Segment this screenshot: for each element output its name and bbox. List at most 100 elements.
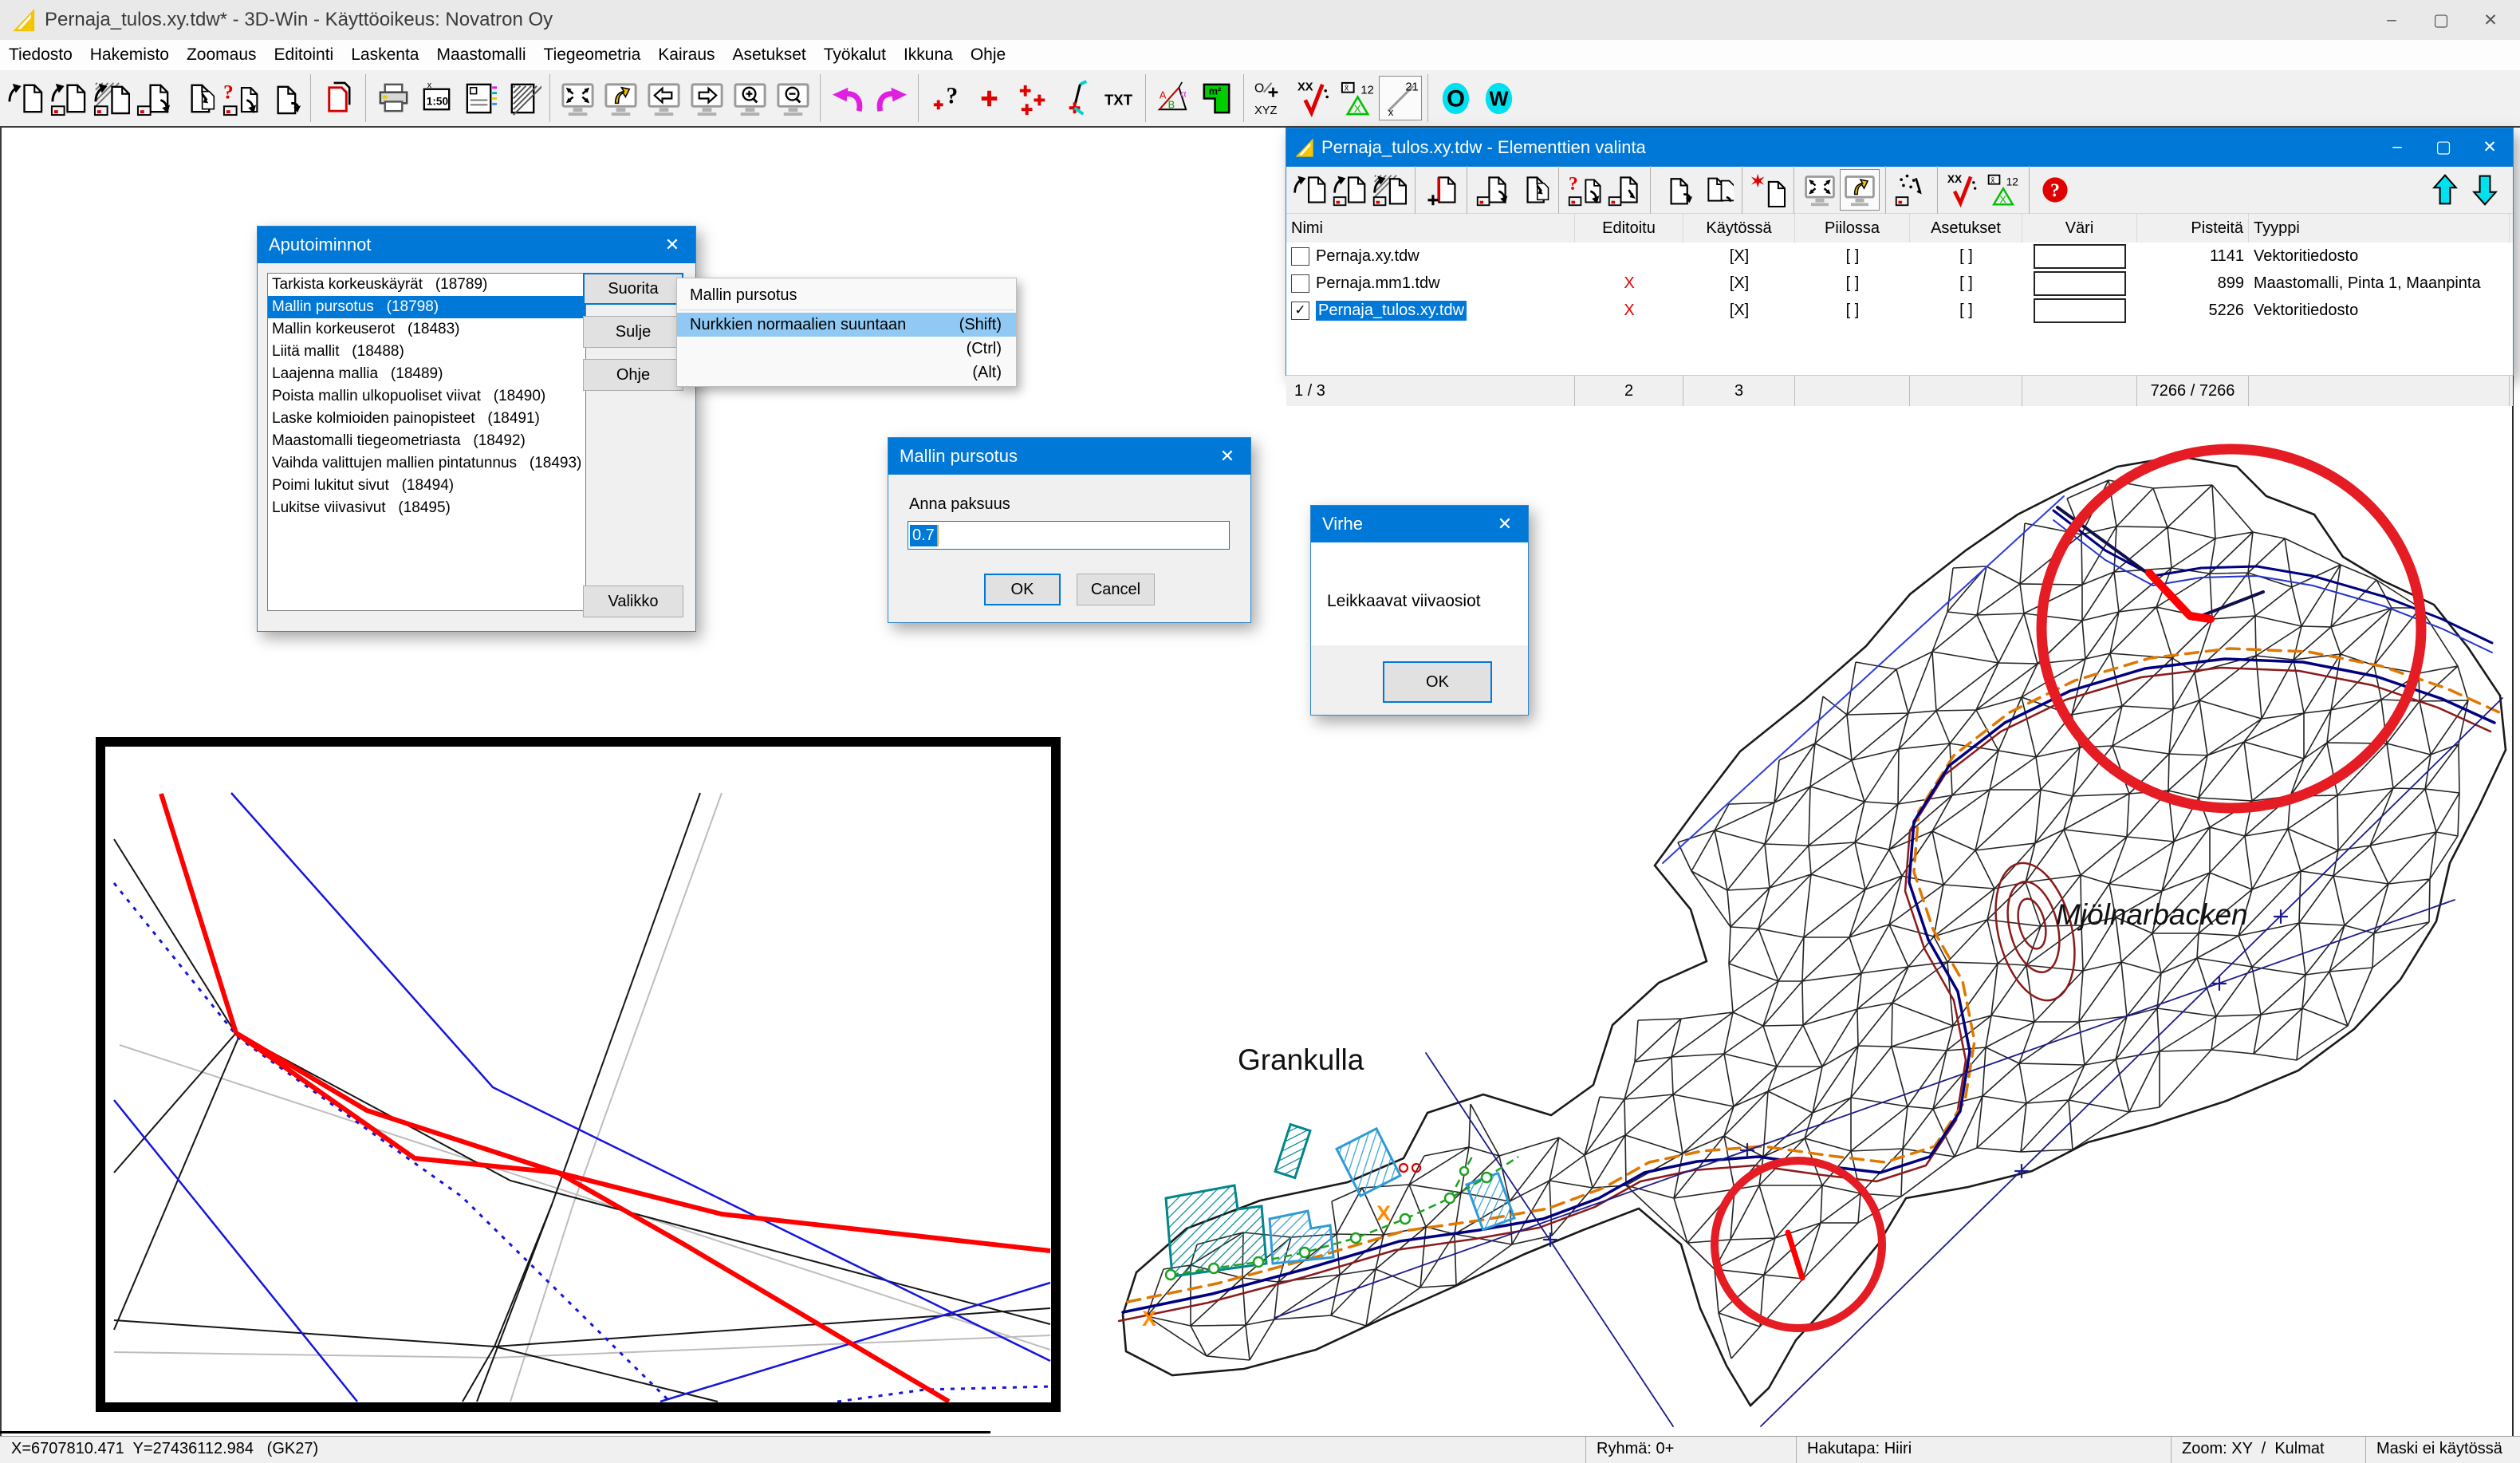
close-icon[interactable]: ✕ [649, 227, 695, 263]
color-box[interactable] [2034, 244, 2126, 269]
menu-item-zoomaus[interactable]: Zoomaus [178, 40, 266, 70]
column-header-käytössä[interactable]: Käytössä [1683, 214, 1795, 243]
close-icon[interactable]: ✕ [1204, 438, 1250, 475]
pages-icon[interactable] [317, 76, 360, 120]
context-menu-header[interactable]: Mallin pursotus [677, 283, 1016, 307]
thickness-input[interactable]: 0.7 [908, 521, 1230, 550]
minimize-button[interactable]: – [2367, 0, 2416, 40]
open-file-settings-icon[interactable] [46, 76, 89, 120]
scale-1-50-icon[interactable]: x1:50 [415, 76, 458, 120]
column-header-nimi[interactable]: Nimi [1286, 214, 1575, 243]
color-cell[interactable] [2022, 270, 2137, 297]
column-header-asetukset[interactable]: Asetukset [1910, 214, 2022, 243]
triangle-count-icon[interactable]: x̄12X [1336, 76, 1379, 120]
open-file-icon[interactable] [1290, 169, 1329, 211]
text-icon[interactable]: TXT [1097, 76, 1140, 120]
save-file-icon[interactable] [132, 76, 175, 120]
save-query-icon[interactable]: ? [1565, 169, 1605, 211]
save-as-icon[interactable] [1513, 169, 1553, 211]
table-row[interactable]: Pernaja.mm1.tdwX[X][ ][ ]899Maastomalli,… [1286, 270, 2513, 297]
pan-view-icon[interactable] [1840, 169, 1880, 211]
function-list-item[interactable]: Tarkista korkeuskäyrät (18789) [268, 274, 585, 296]
menu-item-maastomalli[interactable]: Maastomalli [427, 40, 534, 70]
page-layout-icon[interactable] [458, 76, 501, 120]
triangle-count-icon[interactable]: x̄12X [1983, 169, 2023, 211]
export-file-icon[interactable] [1656, 169, 1696, 211]
menu-item-asetukset[interactable]: Asetukset [724, 40, 815, 70]
pan-view-icon[interactable] [599, 76, 642, 120]
export-file-icon[interactable] [262, 76, 305, 120]
context-menu-item[interactable]: (Alt) [677, 361, 1016, 384]
sulje-button[interactable]: Sulje [583, 316, 683, 348]
color-box[interactable] [2034, 271, 2126, 296]
check-points-icon[interactable]: XX [1293, 76, 1336, 120]
xyz-icon[interactable]: OXYZ [1250, 76, 1293, 120]
save-settings-icon[interactable] [1605, 169, 1644, 211]
function-list-item[interactable]: Mallin korkeuserot (18483) [268, 318, 585, 341]
up-arrow-icon[interactable] [2425, 169, 2465, 211]
help-icon[interactable]: ? [2035, 169, 2075, 211]
fit-view-icon[interactable] [1800, 169, 1840, 211]
function-list-item[interactable]: Laske kolmioiden painopisteet (18491) [268, 408, 585, 430]
scatter-points-icon[interactable] [1892, 169, 1931, 211]
function-list-item[interactable]: Laajenna mallia (18489) [268, 363, 585, 385]
color-cell[interactable] [2022, 243, 2137, 270]
row-checkbox[interactable]: ✓ [1291, 302, 1309, 320]
color-box[interactable] [2034, 298, 2126, 323]
previous-view-icon[interactable] [642, 76, 685, 120]
context-menu-item[interactable]: Nurkkien normaalien suuntaan(Shift) [677, 313, 1016, 337]
column-header-tyyppi[interactable]: Tyyppi [2249, 214, 2510, 243]
column-header-editoitu[interactable]: Editoitu [1575, 214, 1683, 243]
table-row[interactable]: ✓Pernaja_tulos.xy.tdwX[X][ ][ ]5226Vekto… [1286, 297, 2513, 324]
novatron-o-icon[interactable]: O [1434, 76, 1477, 120]
column-header-väri[interactable]: Väri [2022, 214, 2137, 243]
fit-view-icon[interactable] [556, 76, 599, 120]
hatch-page-icon[interactable] [501, 76, 544, 120]
ok-button[interactable]: OK [984, 574, 1061, 605]
zoom-in-icon[interactable] [728, 76, 771, 120]
slope-icon[interactable]: x21 [1379, 76, 1422, 120]
save-file-icon[interactable] [1473, 169, 1513, 211]
elements-close-button[interactable]: ✕ [2467, 128, 2513, 166]
context-menu-item[interactable]: (Ctrl) [677, 337, 1016, 361]
close-button[interactable]: ✕ [2466, 0, 2515, 40]
suorita-button[interactable]: Suorita [583, 273, 683, 305]
open-directory-icon[interactable] [89, 76, 132, 120]
menu-item-työkalut[interactable]: Työkalut [815, 40, 895, 70]
add-point-icon[interactable] [967, 76, 1010, 120]
function-list-item[interactable]: Vaihda valittujen mallien pintatunnus (1… [268, 452, 585, 475]
menu-item-tiegeometria[interactable]: Tiegeometria [535, 40, 650, 70]
column-header-pisteitä[interactable]: Pisteitä [2137, 214, 2249, 243]
function-list-item[interactable]: Poimi lukitut sivut (18494) [268, 475, 585, 497]
open-file-icon[interactable] [3, 76, 46, 120]
menu-item-ikkuna[interactable]: Ikkuna [895, 40, 962, 70]
menu-item-kairaus[interactable]: Kairaus [649, 40, 723, 70]
menu-item-laskenta[interactable]: Laskenta [342, 40, 427, 70]
next-view-icon[interactable] [685, 76, 728, 120]
menu-item-hakemisto[interactable]: Hakemisto [81, 40, 178, 70]
function-list-item[interactable]: Maastomalli tiegeometriasta (18492) [268, 430, 585, 452]
function-listbox[interactable]: Tarkista korkeuskäyrät (18789)Mallin pur… [267, 273, 586, 611]
function-list-item[interactable]: Poista mallin ulkopuoliset viivat (18490… [268, 385, 585, 408]
triangle-calc-icon[interactable]: ABα [1152, 76, 1195, 120]
down-arrow-icon[interactable] [2465, 169, 2505, 211]
column-header-piilossa[interactable]: Piilossa [1795, 214, 1910, 243]
menu-item-tiedosto[interactable]: Tiedosto [0, 40, 81, 70]
redo-icon[interactable] [869, 76, 912, 120]
ohje-button[interactable]: Ohje [583, 359, 683, 391]
menu-item-ohje[interactable]: Ohje [962, 40, 1014, 70]
print-icon[interactable] [372, 76, 415, 120]
color-cell[interactable] [2022, 297, 2137, 324]
function-list-item[interactable]: Lukitse viivasivut (18495) [268, 497, 585, 519]
function-list-item[interactable]: Liitä mallit (18488) [268, 341, 585, 363]
open-file-settings-icon[interactable] [1329, 169, 1369, 211]
save-as-icon[interactable] [175, 76, 219, 120]
area-icon[interactable]: m² [1195, 76, 1238, 120]
open-directory-icon[interactable] [1369, 169, 1409, 211]
cancel-button[interactable]: Cancel [1077, 574, 1155, 605]
check-points-icon[interactable]: XX [1943, 169, 1983, 211]
close-icon[interactable]: ✕ [1482, 506, 1528, 542]
save-plus-icon[interactable] [1421, 169, 1461, 211]
add-element-icon[interactable] [1748, 169, 1788, 211]
zoom-out-icon[interactable] [771, 76, 814, 120]
